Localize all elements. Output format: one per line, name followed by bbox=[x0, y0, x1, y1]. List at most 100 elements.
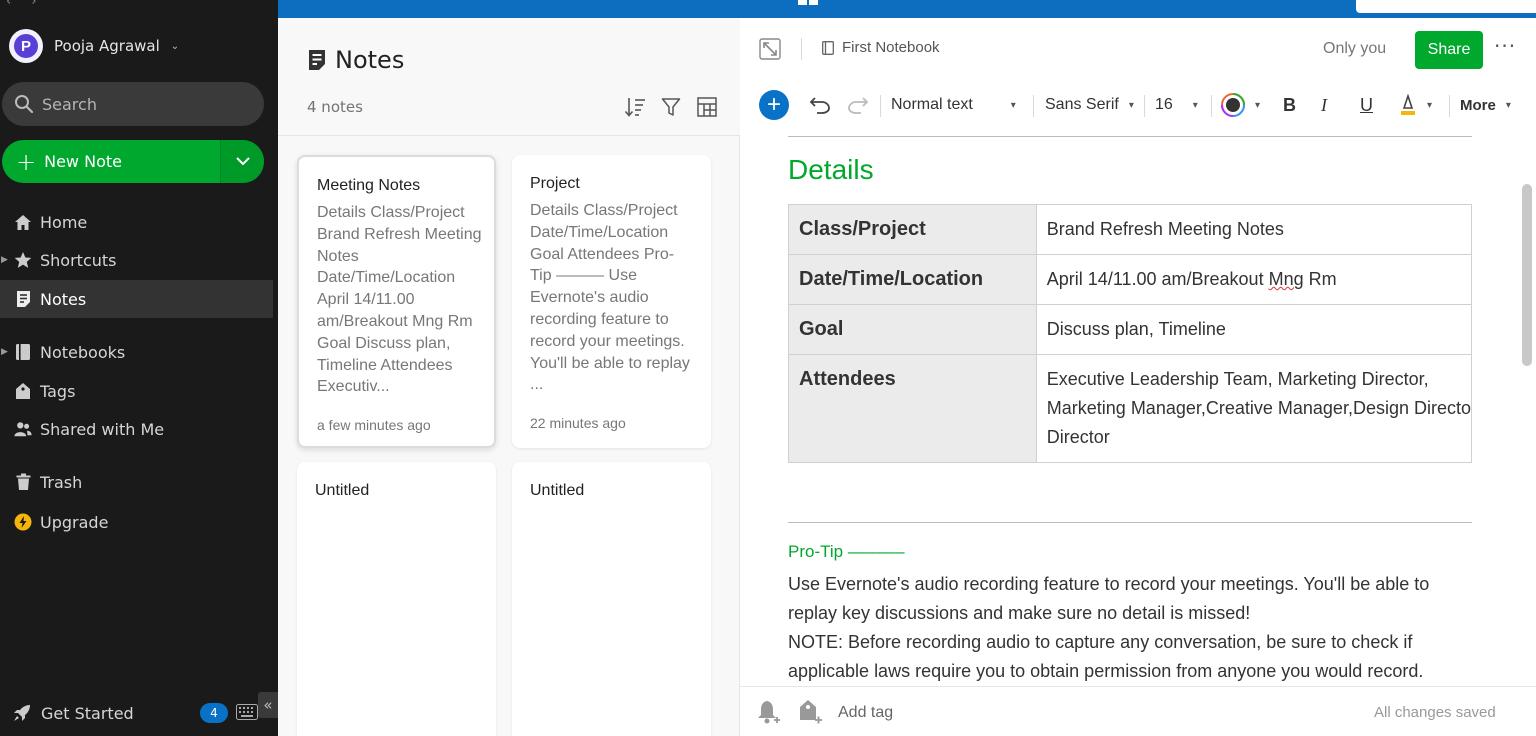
misspelled-word[interactable]: Mng bbox=[1269, 269, 1304, 289]
text-color-dropdown[interactable]: ▾ bbox=[1221, 90, 1260, 120]
table-row: Goal Discuss plan, Timeline bbox=[788, 304, 1473, 355]
plus-icon: + bbox=[16, 147, 37, 176]
notes-icon bbox=[309, 50, 325, 70]
table-value[interactable]: Executive Leadership Team, Marketing Dir… bbox=[1035, 354, 1473, 463]
editor-footer: Add tag All changes saved bbox=[740, 686, 1536, 736]
more-format-dropdown[interactable]: More ▾ bbox=[1460, 90, 1511, 120]
font-size-dropdown[interactable]: 16 ▾ bbox=[1155, 90, 1198, 120]
note-card-time: 22 minutes ago bbox=[530, 415, 626, 431]
add-tag-input[interactable]: Add tag bbox=[838, 704, 893, 722]
sidebar-item-label: Shortcuts bbox=[40, 250, 117, 270]
undo-button[interactable] bbox=[809, 90, 831, 120]
divider bbox=[1144, 95, 1145, 117]
note-card-title: Untitled bbox=[315, 482, 370, 499]
insert-button[interactable]: + bbox=[759, 90, 789, 120]
divider bbox=[1033, 95, 1034, 117]
more-label: More bbox=[1460, 96, 1496, 114]
table-row: Date/Time/Location April 14/11.00 am/Bre… bbox=[788, 254, 1473, 305]
value-text: April 14/11.00 am/Breakout bbox=[1046, 269, 1269, 289]
note-card-title: Project bbox=[530, 175, 580, 192]
underline-button[interactable]: U bbox=[1360, 90, 1373, 120]
sidebar-item-label: Tags bbox=[40, 381, 76, 401]
sidebar-item-label: Shared with Me bbox=[40, 419, 165, 439]
note-count: 4 notes bbox=[307, 98, 363, 116]
note-card[interactable]: Untitled bbox=[297, 462, 496, 736]
value-line: Marketing Manager,Creative Manager,Desig… bbox=[1046, 398, 1471, 418]
page-title: Notes bbox=[335, 46, 405, 74]
reminder-bell-icon[interactable] bbox=[757, 699, 781, 725]
chevron-down-icon: ⌄ bbox=[170, 40, 180, 52]
divider bbox=[880, 95, 881, 117]
table-value[interactable]: Brand Refresh Meeting Notes bbox=[1035, 204, 1473, 255]
view-options-button[interactable] bbox=[696, 96, 718, 118]
keyboard-icon[interactable] bbox=[236, 704, 258, 720]
table-key: Goal bbox=[788, 304, 1037, 355]
banner-button[interactable] bbox=[1356, 0, 1536, 13]
sidebar-item-shared[interactable]: Shared with Me bbox=[0, 410, 273, 448]
history-nav[interactable]: ‹ › bbox=[6, 0, 45, 9]
note-card[interactable]: Meeting Notes Details Class/Project Bran… bbox=[297, 155, 496, 448]
value-line: Director bbox=[1046, 427, 1110, 447]
sidebar-item-upgrade[interactable]: Upgrade bbox=[0, 503, 273, 541]
new-note-dropdown[interactable] bbox=[220, 140, 264, 183]
italic-button[interactable]: I bbox=[1321, 90, 1327, 120]
sidebar-item-tags[interactable]: Tags bbox=[0, 372, 273, 410]
undo-icon bbox=[809, 97, 830, 114]
note-list-tools bbox=[624, 96, 718, 118]
sidebar-item-home[interactable]: Home bbox=[0, 203, 273, 241]
save-status: All changes saved bbox=[1374, 704, 1496, 721]
text-style-dropdown[interactable]: Normal text ▾ bbox=[891, 90, 1016, 120]
share-button[interactable]: Share bbox=[1415, 31, 1483, 69]
home-icon bbox=[14, 213, 32, 231]
sidebar-item-trash[interactable]: Trash bbox=[0, 463, 273, 501]
notebook-name: First Notebook bbox=[842, 39, 940, 56]
table-row: Class/Project Brand Refresh Meeting Note… bbox=[788, 204, 1473, 255]
section-heading: Details bbox=[788, 154, 874, 185]
grid-view-icon bbox=[697, 97, 717, 117]
sidebar-item-shortcuts[interactable]: Shortcuts bbox=[0, 241, 273, 279]
rocket-icon bbox=[14, 705, 30, 721]
search-placeholder: Search bbox=[42, 94, 97, 114]
sidebar-item-notebooks[interactable]: Notebooks bbox=[0, 333, 273, 371]
table-value[interactable]: Discuss plan, Timeline bbox=[1035, 304, 1473, 355]
details-table[interactable]: Class/Project Brand Refresh Meeting Note… bbox=[788, 204, 1473, 463]
font-family-dropdown[interactable]: Sans Serif ▾ bbox=[1045, 90, 1134, 120]
account-menu[interactable]: P Pooja Agrawal ⌄ bbox=[9, 29, 179, 63]
people-icon bbox=[14, 420, 32, 438]
table-value[interactable]: April 14/11.00 am/Breakout Mng Rm bbox=[1035, 254, 1473, 305]
sidebar-item-notes[interactable]: Notes bbox=[0, 280, 273, 318]
note-card[interactable]: Untitled bbox=[512, 462, 711, 736]
sidebar-item-label: Home bbox=[40, 212, 88, 232]
more-actions-icon[interactable]: ··· bbox=[1494, 34, 1516, 58]
new-note-group: + New Note bbox=[2, 140, 264, 183]
sidebar-item-label: Notebooks bbox=[40, 342, 126, 362]
pro-tip-heading: Pro-Tip –––––– bbox=[788, 542, 905, 561]
filter-button[interactable] bbox=[660, 96, 682, 118]
avatar: P bbox=[9, 29, 43, 63]
new-note-button[interactable]: + New Note bbox=[2, 140, 220, 183]
paragraph-text: NOTE: Before recording audio to capture … bbox=[788, 632, 1424, 681]
scrollbar-thumb[interactable] bbox=[1522, 184, 1532, 366]
divider bbox=[1449, 95, 1450, 117]
user-name: Pooja Agrawal bbox=[54, 37, 160, 55]
highlight-dropdown[interactable]: ▾ bbox=[1399, 90, 1432, 120]
underline-icon: U bbox=[1360, 94, 1373, 115]
collapse-sidebar-button[interactable]: « bbox=[258, 692, 278, 718]
chevron-down-icon: ▾ bbox=[1427, 99, 1433, 111]
note-card[interactable]: Project Details Class/Project Date/Time/… bbox=[512, 155, 711, 448]
notebook-selector[interactable]: First Notebook bbox=[822, 39, 940, 56]
horizontal-rule bbox=[788, 522, 1472, 523]
search-box[interactable]: Search bbox=[2, 82, 264, 126]
filter-icon bbox=[661, 98, 681, 116]
note-card-snippet: Details Class/Project Date/Time/Location… bbox=[530, 202, 690, 394]
add-tag-icon[interactable] bbox=[799, 699, 823, 725]
chevron-down-icon bbox=[235, 157, 250, 166]
sidebar-item-label: Notes bbox=[40, 289, 87, 309]
note-list-title: Notes bbox=[308, 46, 404, 74]
bold-button[interactable]: B bbox=[1283, 90, 1296, 120]
note-card-title: Untitled bbox=[530, 482, 585, 499]
sort-button[interactable] bbox=[624, 96, 646, 118]
redo-button[interactable] bbox=[847, 90, 869, 120]
expand-icon[interactable] bbox=[759, 38, 781, 60]
visibility-status: Only you bbox=[1323, 40, 1387, 57]
